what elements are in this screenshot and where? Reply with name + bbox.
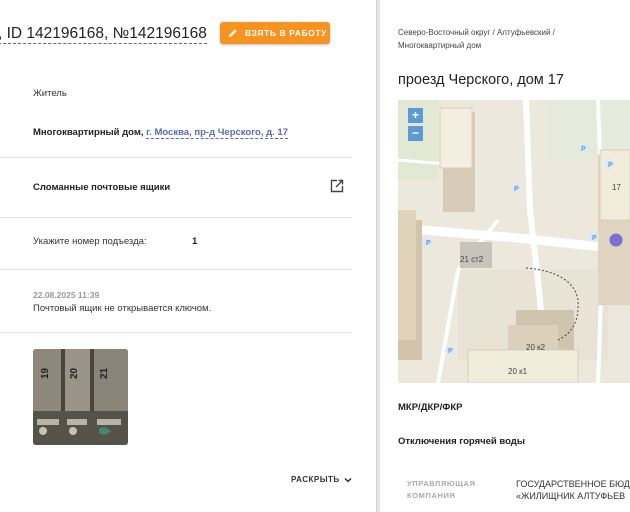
building-marker-icon	[609, 233, 623, 247]
svg-text:P: P	[592, 235, 597, 242]
category-name: Сломанные почтовые ящики	[33, 182, 171, 193]
request-details-panel: , ID 142196168, №142196168 ВЗЯТЬ В РАБОТ…	[0, 0, 376, 512]
divider	[0, 157, 352, 158]
expand-button[interactable]: РАСКРЫТЬ	[291, 475, 352, 484]
management-label-line-2: КОМПАНИЯ	[407, 491, 456, 500]
pencil-icon	[229, 29, 237, 37]
object-type: Многоквартирный дом,	[33, 127, 144, 138]
management-value-line-2: «ЖИЛИЩНИК АЛТУФЬЕВ	[516, 491, 626, 501]
management-label-line-1: УПРАВЛЯЮЩАЯ	[407, 479, 476, 488]
breadcrumb-line-1: Северо-Восточный округ / Алтуфьевский /	[398, 28, 555, 37]
expand-label: РАСКРЫТЬ	[291, 475, 340, 484]
attached-photo[interactable]: 19 20 21	[33, 349, 128, 445]
box-number-21: 21	[99, 367, 110, 379]
building-info-panel: Северо-Восточный округ / Алтуфьевский / …	[380, 0, 630, 512]
section-mkr[interactable]: МКР/ДКР/ФКР	[398, 402, 462, 413]
comment-text: Почтовый ящик не открывается ключом.	[33, 303, 212, 314]
map-label-20k1: 20 к1	[508, 367, 528, 376]
breadcrumb: Северо-Восточный округ / Алтуфьевский / …	[398, 26, 555, 52]
open-external-icon[interactable]	[330, 179, 344, 193]
applicant-type: Житель	[33, 88, 67, 99]
box-number-19: 19	[40, 367, 51, 379]
section-hot-water[interactable]: Отключения горячей воды	[398, 436, 525, 447]
management-company-value: ГОСУДАРСТВЕННОЕ БЮД «ЖИЛИЩНИК АЛТУФЬЕВ	[516, 478, 630, 502]
svg-text:P: P	[608, 162, 613, 169]
map[interactable]: 21 ст2 20 к2 20 к1 17 P P P P P P + −	[398, 100, 630, 383]
object-address-row: Многоквартирный дом, г. Москва, пр-д Чер…	[33, 127, 289, 139]
zoom-in-button[interactable]: +	[408, 108, 423, 123]
divider	[0, 217, 352, 218]
map-label-21st2: 21 ст2	[460, 255, 484, 264]
divider	[0, 269, 352, 270]
building-title: проезд Черского, дом 17	[398, 72, 564, 88]
chevron-down-icon	[344, 477, 352, 483]
address-link[interactable]: г. Москва, пр-д Черского, д. 17	[146, 127, 289, 139]
management-company-label: УПРАВЛЯЮЩАЯ КОМПАНИЯ	[407, 478, 475, 502]
take-to-work-label: ВЗЯТЬ В РАБОТУ	[245, 28, 328, 38]
svg-text:P: P	[426, 240, 431, 247]
map-label-17: 17	[612, 183, 621, 192]
svg-text:P: P	[448, 348, 453, 355]
entrance-value: 1	[192, 236, 198, 247]
svg-text:P: P	[514, 186, 519, 193]
management-value-line-1: ГОСУДАРСТВЕННОЕ БЮД	[516, 479, 630, 489]
zoom-out-button[interactable]: −	[408, 126, 423, 141]
divider	[0, 332, 352, 333]
box-number-20: 20	[69, 367, 80, 379]
entrance-label: Укажите номер подъезда:	[33, 236, 147, 247]
take-to-work-button[interactable]: ВЗЯТЬ В РАБОТУ	[220, 22, 330, 44]
map-label-20k2: 20 к2	[526, 343, 546, 352]
mailbox-photo-image: 19 20 21	[33, 349, 128, 445]
breadcrumb-line-2: Многоквартирный дом	[398, 41, 482, 50]
map-canvas: 21 ст2 20 к2 20 к1 17 P P P P P P	[398, 100, 630, 383]
comment-date: 22.08.2025 11:39	[33, 290, 100, 300]
request-title: , ID 142196168, №142196168	[0, 25, 207, 44]
svg-text:P: P	[581, 146, 586, 153]
